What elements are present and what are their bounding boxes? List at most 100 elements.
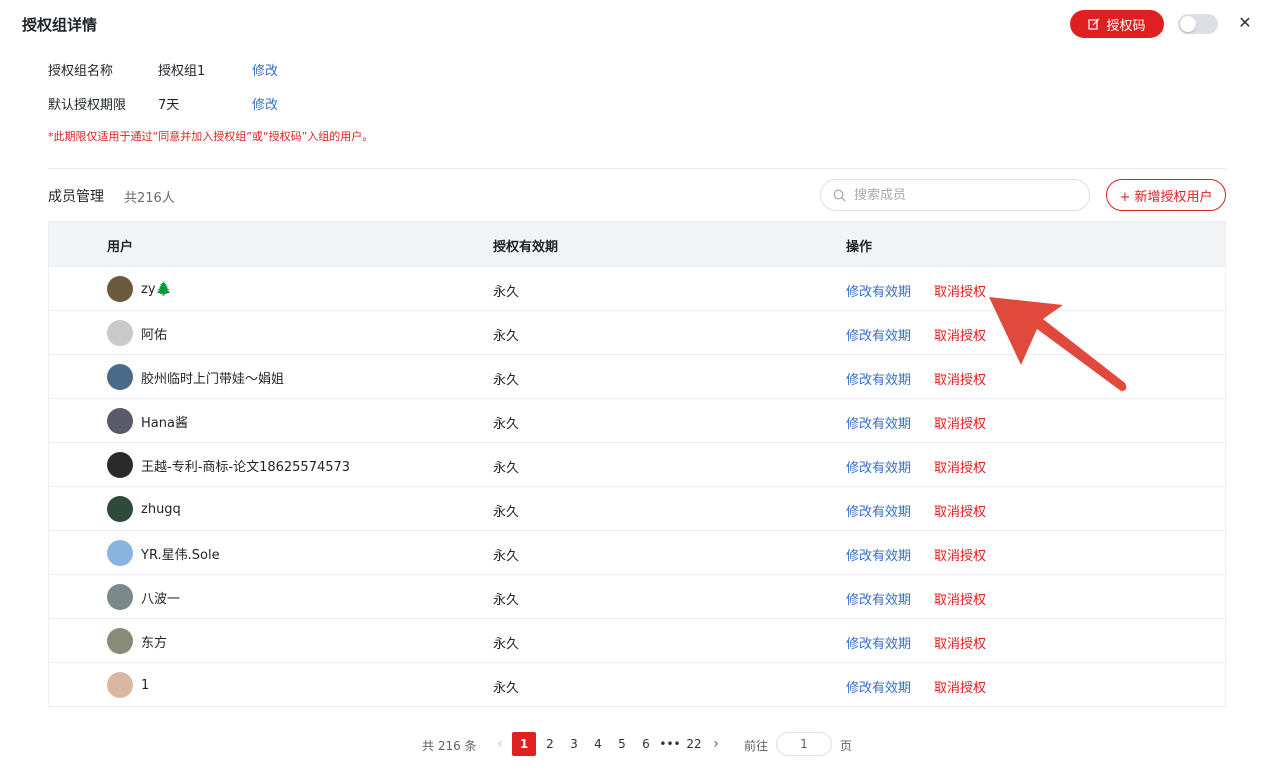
search-icon (833, 189, 846, 201)
dialog-title: 授权组详情 (22, 16, 98, 34)
period-value: 永久 (493, 505, 520, 520)
auth-code-button[interactable]: 授权码 (1070, 10, 1164, 38)
revoke-link[interactable]: 取消授权 (934, 501, 986, 520)
default-period-label: 默认授权期限 (48, 98, 127, 113)
edit-period-link[interactable]: 修改有效期 (846, 677, 911, 696)
user-name: Hana酱 (141, 415, 188, 431)
period-value: 永久 (493, 329, 520, 344)
table-row: 1 永久 修改有效期 取消授权 (49, 663, 1225, 707)
user-name: 胶州临时上门带娃～娟姐 (141, 371, 285, 387)
table-header: 用户 授权有效期 操作 (49, 222, 1225, 267)
goto-label: 前往 (744, 739, 769, 753)
avatar (107, 672, 133, 698)
next-page-icon[interactable]: › (706, 734, 726, 754)
user-name: 王越-专利-商标-论文18625574573 (141, 459, 351, 475)
header-user: 用户 (107, 240, 134, 255)
user-cell: Hana酱 (107, 408, 188, 434)
edit-period-link[interactable]: 修改有效期 (846, 545, 911, 564)
period-note: *此期限仅适用于通过“同意并加入授权组”或“授权码”入组的用户。 (48, 130, 374, 143)
user-cell: 1 (107, 672, 149, 698)
user-cell: 王越-专利-商标-论文18625574573 (107, 452, 350, 478)
period-value: 永久 (493, 373, 520, 388)
edit-period-link[interactable]: 修改有效期 (846, 501, 911, 520)
members-title: 成员管理 (48, 189, 104, 205)
user-name: zy🌲 (141, 281, 172, 297)
avatar (107, 320, 133, 346)
revoke-link[interactable]: 取消授权 (934, 677, 986, 696)
period-value: 永久 (493, 593, 520, 608)
edit-icon (1088, 18, 1100, 30)
page-number[interactable]: 4 (586, 732, 610, 756)
period-value: 永久 (493, 461, 520, 476)
edit-group-name-link[interactable]: 修改 (252, 60, 278, 79)
user-name: 八波一 (141, 591, 181, 607)
edit-period-link[interactable]: 修改有效期 (846, 457, 911, 476)
table-row: 八波一 永久 修改有效期 取消授权 (49, 575, 1225, 619)
revoke-link[interactable]: 取消授权 (934, 281, 986, 300)
user-name: 东方 (141, 635, 168, 651)
user-cell: zy🌲 (107, 276, 172, 302)
revoke-link[interactable]: 取消授权 (934, 369, 986, 388)
pagination-total: 共 216 条 (422, 739, 477, 753)
user-cell: zhugq (107, 496, 181, 522)
table-row: zhugq 永久 修改有效期 取消授权 (49, 487, 1225, 531)
user-name: 阿佑 (141, 327, 168, 343)
header-period: 授权有效期 (493, 240, 559, 255)
goto-page-input[interactable]: 1 (776, 732, 832, 756)
edit-period-link[interactable]: 修改有效期 (846, 369, 911, 388)
avatar (107, 628, 133, 654)
user-cell: 八波一 (107, 584, 180, 610)
toggle-switch[interactable] (1178, 14, 1218, 34)
more-pages-icon[interactable]: ••• (658, 732, 682, 756)
page-number[interactable]: 6 (634, 732, 658, 756)
period-value: 永久 (493, 285, 520, 300)
page-suffix: 页 (840, 739, 853, 753)
user-name: YR.星伟.Sole (141, 547, 220, 563)
page-number[interactable]: 22 (682, 732, 706, 756)
edit-period-link[interactable]: 修改有效期 (846, 589, 911, 608)
annotation-arrow (989, 297, 1127, 391)
page-number[interactable]: 1 (512, 732, 536, 756)
table-row: Hana酱 永久 修改有效期 取消授权 (49, 399, 1225, 443)
user-name: zhugq (141, 501, 181, 517)
group-name-value: 授权组1 (158, 64, 206, 79)
revoke-link[interactable]: 取消授权 (934, 457, 986, 476)
revoke-link[interactable]: 取消授权 (934, 589, 986, 608)
edit-period-link[interactable]: 修改有效期 (846, 633, 911, 652)
revoke-link[interactable]: 取消授权 (934, 633, 986, 652)
divider (48, 168, 1226, 169)
revoke-link[interactable]: 取消授权 (934, 325, 986, 344)
edit-period-link[interactable]: 修改有效期 (846, 281, 911, 300)
avatar (107, 276, 133, 302)
table-row: YR.星伟.Sole 永久 修改有效期 取消授权 (49, 531, 1225, 575)
header-actions: 操作 (846, 240, 873, 255)
add-user-button[interactable]: + 新增授权用户 (1106, 179, 1226, 211)
prev-page-icon[interactable]: ‹ (490, 734, 510, 754)
search-input[interactable] (854, 187, 1074, 203)
page-number[interactable]: 3 (562, 732, 586, 756)
close-icon[interactable]: ✕ (1236, 14, 1254, 32)
auth-code-label: 授权码 (1106, 18, 1146, 34)
avatar (107, 408, 133, 434)
page-number[interactable]: 2 (538, 732, 562, 756)
revoke-link[interactable]: 取消授权 (934, 413, 986, 432)
pagination: 共 216 条 ‹ 1 2 3 4 5 6 ••• 22 › 前往 1 页 (0, 732, 1267, 756)
edit-default-period-link[interactable]: 修改 (252, 94, 278, 113)
search-box[interactable] (820, 179, 1090, 211)
user-cell: 阿佑 (107, 320, 167, 346)
edit-period-link[interactable]: 修改有效期 (846, 325, 911, 344)
period-value: 永久 (493, 637, 520, 652)
avatar (107, 364, 133, 390)
members-count: 共216人 (124, 191, 175, 206)
revoke-link[interactable]: 取消授权 (934, 545, 986, 564)
page-number[interactable]: 5 (610, 732, 634, 756)
period-value: 永久 (493, 417, 520, 432)
avatar (107, 584, 133, 610)
edit-period-link[interactable]: 修改有效期 (846, 413, 911, 432)
avatar (107, 496, 133, 522)
group-name-label: 授权组名称 (48, 64, 114, 79)
avatar (107, 540, 133, 566)
user-cell: 东方 (107, 628, 167, 654)
user-cell: YR.星伟.Sole (107, 540, 220, 566)
user-name: 1 (141, 677, 150, 693)
